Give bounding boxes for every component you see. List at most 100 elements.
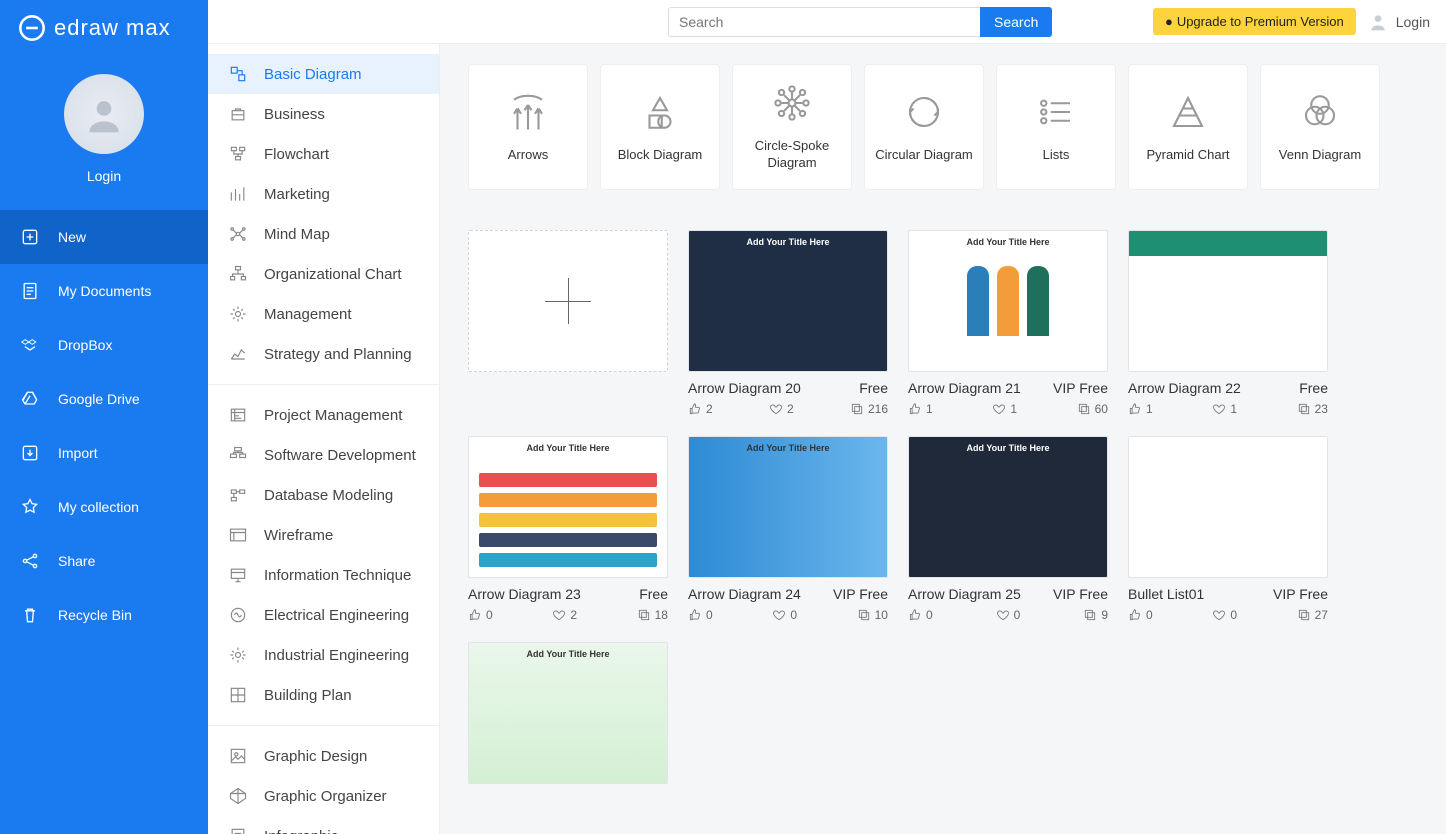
thumbs-up-icon — [688, 608, 702, 622]
stat-copies[interactable]: 27 — [1297, 608, 1328, 622]
avatar[interactable] — [64, 74, 144, 154]
category-mgmt[interactable]: Management — [208, 294, 439, 334]
category-info[interactable]: Infographic — [208, 816, 439, 834]
template-thumb[interactable] — [1128, 436, 1328, 578]
strategy-icon — [228, 344, 248, 364]
stat-favs[interactable]: 1 — [992, 402, 1017, 416]
copy-icon — [637, 608, 651, 622]
brand-icon — [18, 14, 46, 42]
arrows-icon — [507, 91, 549, 133]
stat-likes[interactable]: 2 — [688, 402, 713, 416]
type-circular[interactable]: Circular Diagram — [864, 64, 984, 190]
nav-item-dropbox[interactable]: DropBox — [0, 318, 208, 372]
stat-favs[interactable]: 0 — [1212, 608, 1237, 622]
login-link[interactable]: Login — [1368, 12, 1430, 32]
category-bp[interactable]: Building Plan — [208, 675, 439, 715]
template-thumb[interactable]: Add Your Title Here — [468, 436, 668, 578]
nav-item-gdrive[interactable]: Google Drive — [0, 372, 208, 426]
template-tbl: Bullet List01VIP Free 0 0 27 — [1128, 436, 1328, 622]
nav-item-mydocs[interactable]: My Documents — [0, 264, 208, 318]
upgrade-label: Upgrade to Premium Version — [1177, 14, 1344, 29]
category-flowchart[interactable]: Flowchart — [208, 134, 439, 174]
new-icon — [20, 227, 40, 247]
category-ie[interactable]: Industrial Engineering — [208, 635, 439, 675]
search-button[interactable]: Search — [980, 7, 1052, 37]
info-icon — [228, 826, 248, 834]
category-db[interactable]: Database Modeling — [208, 475, 439, 515]
template-thumb[interactable]: Add Your Title Here — [908, 436, 1108, 578]
dot-icon: ● — [1165, 14, 1173, 29]
type-lists[interactable]: Lists — [996, 64, 1116, 190]
category-org[interactable]: Organizational Chart — [208, 254, 439, 294]
stat-favs[interactable]: 0 — [772, 608, 797, 622]
category-marketing[interactable]: Marketing — [208, 174, 439, 214]
template-thumb[interactable] — [468, 230, 668, 372]
category-business[interactable]: Business — [208, 94, 439, 134]
category-ee[interactable]: Electrical Engineering — [208, 595, 439, 635]
template-thumb[interactable]: Add Your Title Here — [688, 230, 888, 372]
business-icon — [228, 104, 248, 124]
category-basic[interactable]: Basic Diagram — [208, 54, 439, 94]
circle-spoke-icon — [771, 82, 813, 124]
category-strategy[interactable]: Strategy and Planning — [208, 334, 439, 374]
category-sidebar: Basic Diagram Business Flowchart Marketing M… — [208, 44, 440, 834]
type-label: Lists — [1043, 147, 1070, 164]
upgrade-button[interactable]: ● Upgrade to Premium Version — [1153, 8, 1356, 35]
type-circle-spoke[interactable]: Circle-Spoke Diagram — [732, 64, 852, 190]
template-thumb[interactable]: Add Your Title Here — [468, 642, 668, 784]
category-it[interactable]: Information Technique — [208, 555, 439, 595]
template-name: Arrow Diagram 21 — [908, 380, 1021, 396]
category-label: Project Management — [264, 407, 402, 424]
stat-favs[interactable]: 2 — [769, 402, 794, 416]
thumbs-up-icon — [908, 402, 922, 416]
heart-icon — [552, 608, 566, 622]
stat-copies[interactable]: 18 — [637, 608, 668, 622]
stat-likes[interactable]: 1 — [908, 402, 933, 416]
category-label: Information Technique — [264, 567, 411, 584]
type-label: Venn Diagram — [1279, 147, 1361, 164]
category-label: Mind Map — [264, 226, 330, 243]
category-wire[interactable]: Wireframe — [208, 515, 439, 555]
stat-copies[interactable]: 23 — [1297, 402, 1328, 416]
stat-copies[interactable]: 9 — [1083, 608, 1108, 622]
template-price: Free — [1299, 380, 1328, 396]
type-block[interactable]: Block Diagram — [600, 64, 720, 190]
stat-favs[interactable]: 0 — [996, 608, 1021, 622]
stat-likes[interactable]: 0 — [1128, 608, 1153, 622]
org-icon — [228, 264, 248, 284]
nav-item-new[interactable]: New — [0, 210, 208, 264]
type-venn[interactable]: Venn Diagram — [1260, 64, 1380, 190]
stat-copies[interactable]: 216 — [850, 402, 888, 416]
stat-likes[interactable]: 0 — [688, 608, 713, 622]
type-pyramid[interactable]: Pyramid Chart — [1128, 64, 1248, 190]
category-sw[interactable]: Software Development — [208, 435, 439, 475]
nav-item-recycle[interactable]: Recycle Bin — [0, 588, 208, 642]
category-label: Database Modeling — [264, 487, 393, 504]
category-label: Business — [264, 106, 325, 123]
category-go[interactable]: Graphic Organizer — [208, 776, 439, 816]
category-mindmap[interactable]: Mind Map — [208, 214, 439, 254]
gdrive-icon — [20, 389, 40, 409]
type-arrows[interactable]: Arrows — [468, 64, 588, 190]
template-thumb[interactable]: Add Your Title Here — [688, 436, 888, 578]
stat-favs[interactable]: 1 — [1212, 402, 1237, 416]
stat-favs[interactable]: 2 — [552, 608, 577, 622]
profile-login-link[interactable]: Login — [87, 168, 121, 184]
stat-likes[interactable]: 1 — [1128, 402, 1153, 416]
category-pm[interactable]: Project Management — [208, 395, 439, 435]
stat-copies[interactable]: 60 — [1077, 402, 1108, 416]
stat-likes[interactable]: 0 — [908, 608, 933, 622]
nav-item-collection[interactable]: My collection — [0, 480, 208, 534]
stat-likes[interactable]: 0 — [468, 608, 493, 622]
category-label: Marketing — [264, 186, 330, 203]
nav-item-share[interactable]: Share — [0, 534, 208, 588]
search-input[interactable] — [668, 7, 980, 37]
category-gd[interactable]: Graphic Design — [208, 736, 439, 776]
nav-item-import[interactable]: Import — [0, 426, 208, 480]
template-thumb[interactable] — [1128, 230, 1328, 372]
avatar-icon — [82, 92, 126, 136]
stat-copies[interactable]: 10 — [857, 608, 888, 622]
template-thumb[interactable]: Add Your Title Here — [908, 230, 1108, 372]
template-name: Arrow Diagram 23 — [468, 586, 581, 602]
dropbox-icon — [20, 335, 40, 355]
